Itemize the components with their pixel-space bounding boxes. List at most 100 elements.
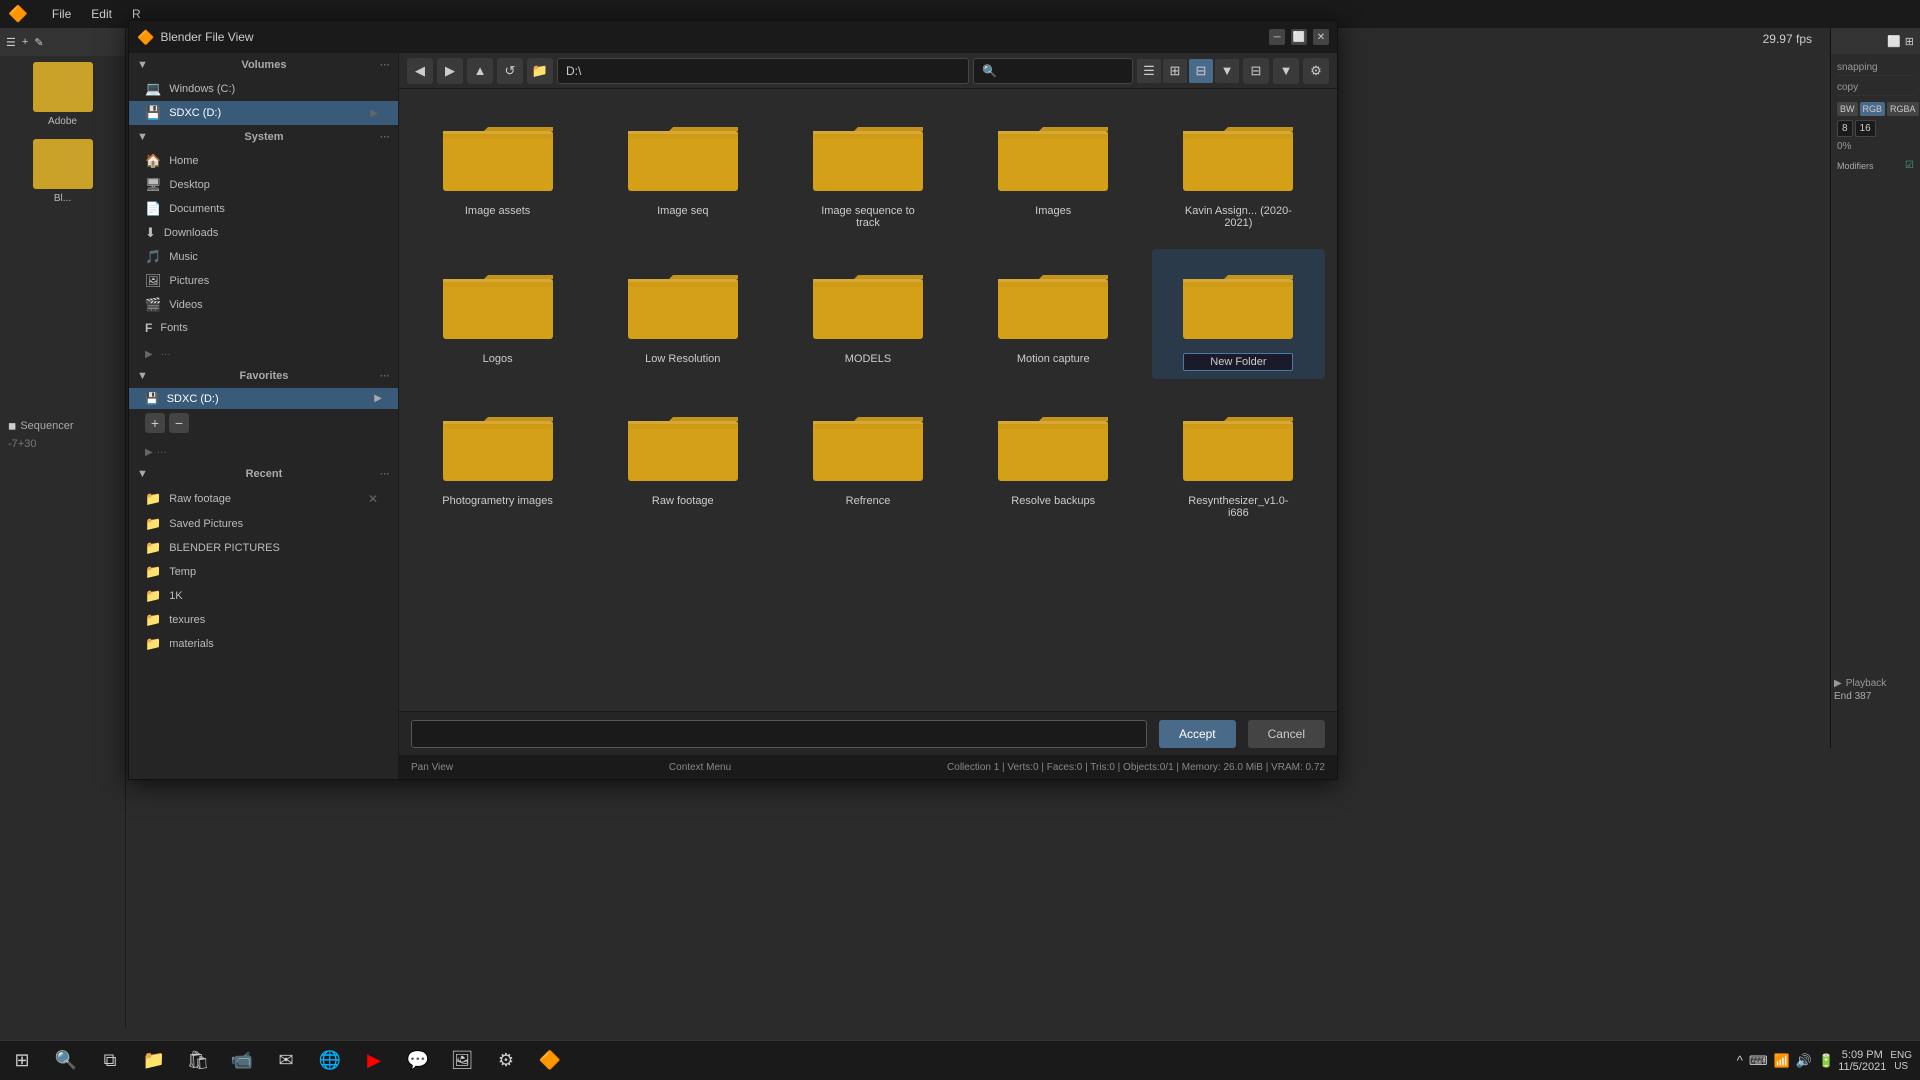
nav-up-button[interactable]: ▲ <box>467 58 493 84</box>
menu-edit[interactable]: Edit <box>83 5 120 23</box>
file-item-11[interactable]: Raw footage <box>596 391 769 527</box>
file-item-12[interactable]: Refrence <box>781 391 954 527</box>
browser-button[interactable]: 🌐 <box>312 1043 348 1079</box>
system-home[interactable]: 🏠 Home <box>129 149 398 173</box>
system-pictures[interactable]: 🖼 Pictures <box>129 269 398 293</box>
adobe-folder-icon[interactable] <box>33 62 93 112</box>
modifiers-toggle[interactable]: ☑ <box>1905 160 1914 171</box>
system-music[interactable]: 🎵 Music <box>129 245 398 269</box>
file-item-4[interactable]: Kavin Assign... (2020-2021) <box>1152 101 1325 237</box>
fav-sdxc-d[interactable]: 💾 SDXC (D:) ▶ <box>129 388 398 409</box>
system-fonts[interactable]: F Fonts <box>129 317 398 339</box>
folder-name-input-9[interactable] <box>1183 353 1293 371</box>
detail-view-button[interactable]: ⊞ <box>1163 59 1187 83</box>
context-menu-label[interactable]: Context Menu <box>669 762 731 773</box>
store-button[interactable]: 🛍 <box>180 1043 216 1079</box>
discord-button[interactable]: 💬 <box>400 1043 436 1079</box>
search-input[interactable] <box>973 58 1133 84</box>
file-item-1[interactable]: Image seq <box>596 101 769 237</box>
search-taskbar-button[interactable]: 🔍 <box>48 1043 84 1079</box>
depth-8[interactable]: 8 <box>1837 120 1853 137</box>
edit-icon[interactable]: ✎ <box>34 36 43 49</box>
new-folder-button[interactable]: 📁 <box>527 58 553 84</box>
tray-battery-icon[interactable]: 🔋 <box>1818 1053 1834 1069</box>
system-documents[interactable]: 📄 Documents <box>129 197 398 221</box>
path-input[interactable] <box>557 58 969 84</box>
favorites-section-header[interactable]: ▼ Favorites ··· <box>129 364 398 388</box>
volume-sdxc-d[interactable]: 💾 SDXC (D:) ▶ <box>129 101 398 125</box>
filename-input[interactable] <box>411 720 1147 748</box>
bl-folder-icon[interactable] <box>33 139 93 189</box>
sdxc-expand-icon[interactable]: ▶ <box>370 108 378 119</box>
volume-windows-c[interactable]: 💻 Windows (C:) <box>129 77 398 101</box>
rgba-btn[interactable]: RGBA <box>1887 102 1919 116</box>
filter-dropdown-button[interactable]: ▼ <box>1273 58 1299 84</box>
rgb-btn[interactable]: RGB <box>1860 102 1886 116</box>
depth-16[interactable]: 16 <box>1855 120 1876 137</box>
file-item-2[interactable]: Image sequence to track <box>781 101 954 237</box>
system-section-header[interactable]: ▼ System ··· <box>129 125 398 149</box>
recent-texures[interactable]: 📁 texures <box>129 608 398 632</box>
remove-favorite-button[interactable]: − <box>169 413 189 433</box>
add-favorite-button[interactable]: + <box>145 413 165 433</box>
tray-keyboard-icon[interactable]: ⌨ <box>1749 1053 1768 1069</box>
file-item-10[interactable]: Photogrametry images <box>411 391 584 527</box>
system-downloads[interactable]: ⬇ Downloads <box>129 221 398 245</box>
start-button[interactable]: ⊞ <box>4 1043 40 1079</box>
system-videos[interactable]: 🎬 Videos <box>129 293 398 317</box>
tray-network-icon[interactable]: 📶 <box>1774 1053 1790 1069</box>
view-options-button[interactable]: ▼ <box>1215 59 1239 83</box>
nav-refresh-button[interactable]: ↺ <box>497 58 523 84</box>
remove-raw-footage-button[interactable]: ✕ <box>364 490 382 508</box>
recent-raw-footage[interactable]: 📁 Raw footage ✕ <box>129 486 398 512</box>
recent-options-icon[interactable]: ··· <box>380 469 390 480</box>
volumes-section-header[interactable]: ▼ Volumes ··· <box>129 53 398 77</box>
file-item-7[interactable]: MODELS <box>781 249 954 379</box>
header-icon1[interactable]: ⬜ <box>1887 35 1901 48</box>
playback-icon[interactable]: ▶ <box>1834 678 1842 689</box>
file-item-0[interactable]: Image assets <box>411 101 584 237</box>
clock-area[interactable]: 5:09 PM 11/5/2021 <box>1838 1049 1886 1073</box>
nav-forward-button[interactable]: ▶ <box>437 58 463 84</box>
add-icon[interactable]: + <box>22 36 28 48</box>
file-item-6[interactable]: Low Resolution <box>596 249 769 379</box>
list-view-button[interactable]: ☰ <box>1137 59 1161 83</box>
meet-button[interactable]: 📹 <box>224 1043 260 1079</box>
tray-volume-icon[interactable]: 🔊 <box>1796 1053 1812 1069</box>
youtube-button[interactable]: ▶ <box>356 1043 392 1079</box>
bw-btn[interactable]: BW <box>1837 102 1858 116</box>
view-icon[interactable]: ☰ <box>6 36 16 49</box>
recent-section-header[interactable]: ▼ Recent ··· <box>129 462 398 486</box>
cancel-button[interactable]: Cancel <box>1248 720 1325 748</box>
pan-view-label[interactable]: Pan View <box>411 762 453 773</box>
favorites-options-icon[interactable]: ··· <box>380 371 390 382</box>
explorer-button[interactable]: 📁 <box>136 1043 172 1079</box>
mail-button[interactable]: ✉ <box>268 1043 304 1079</box>
file-item-8[interactable]: Motion capture <box>967 249 1140 379</box>
settings-button[interactable]: ⚙ <box>1303 58 1329 84</box>
grid-view-button[interactable]: ⊟ <box>1189 59 1213 83</box>
recent-materials[interactable]: 📁 materials <box>129 632 398 656</box>
file-item-14[interactable]: Resynthesizer_v1.0-i686 <box>1152 391 1325 527</box>
minimize-button[interactable]: ─ <box>1269 29 1285 45</box>
tray-up-icon[interactable]: ^ <box>1737 1053 1743 1068</box>
volumes-options-icon[interactable]: ··· <box>380 60 390 71</box>
file-item-5[interactable]: Logos <box>411 249 584 379</box>
recent-temp[interactable]: 📁 Temp <box>129 560 398 584</box>
file-item-13[interactable]: Resolve backups <box>967 391 1140 527</box>
settings-taskbar-button[interactable]: ⚙ <box>488 1043 524 1079</box>
file-item-3[interactable]: Images <box>967 101 1140 237</box>
system-more[interactable]: ▶ ··· <box>129 345 398 364</box>
fav-expand-icon[interactable]: ▶ <box>374 393 382 404</box>
close-button[interactable]: ✕ <box>1313 29 1329 45</box>
recent-saved-pictures[interactable]: 📁 Saved Pictures <box>129 512 398 536</box>
system-desktop[interactable]: 🖥 Desktop <box>129 173 398 197</box>
taskview-button[interactable]: ⧉ <box>92 1043 128 1079</box>
recent-1k[interactable]: 📁 1K <box>129 584 398 608</box>
accept-button[interactable]: Accept <box>1159 720 1236 748</box>
maximize-button[interactable]: ⬜ <box>1291 29 1307 45</box>
blender-taskbar-button[interactable]: 🔶 <box>532 1043 568 1079</box>
nav-back-button[interactable]: ◀ <box>407 58 433 84</box>
system-options-icon[interactable]: ··· <box>380 132 390 143</box>
file-item-9[interactable] <box>1152 249 1325 379</box>
